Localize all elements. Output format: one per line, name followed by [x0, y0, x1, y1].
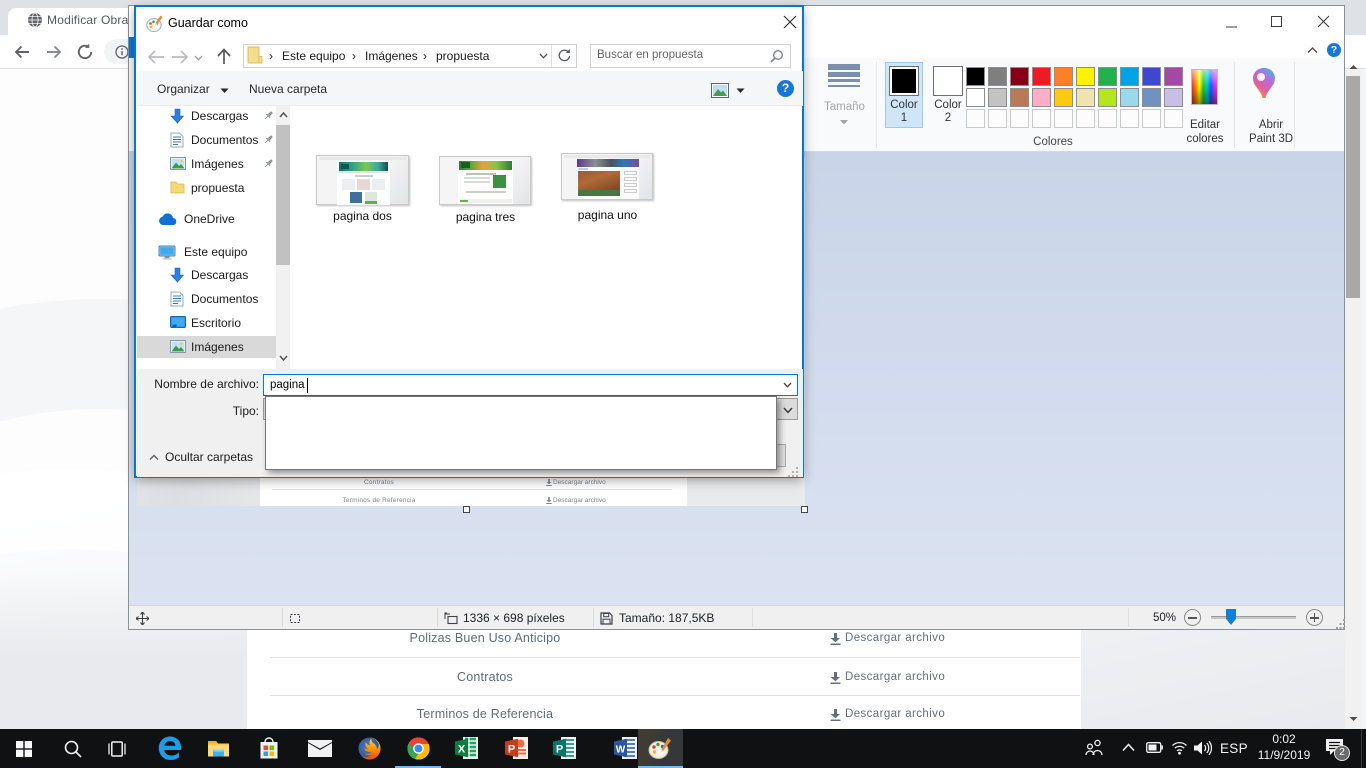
- svg-text:W: W: [616, 745, 626, 756]
- svg-text:X: X: [458, 744, 466, 756]
- svg-text:P: P: [508, 744, 515, 756]
- svg-text:P: P: [556, 744, 563, 756]
